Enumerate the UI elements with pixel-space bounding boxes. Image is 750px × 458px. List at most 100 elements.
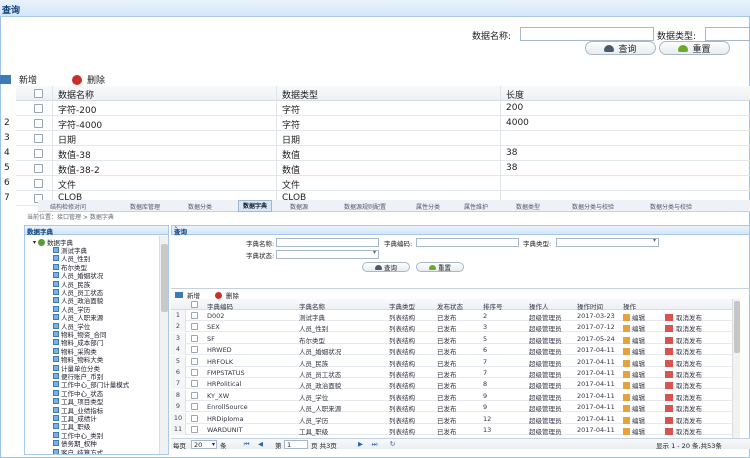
row-checkbox[interactable] xyxy=(191,426,198,433)
column-divider xyxy=(52,86,53,206)
tree-scrollbar-thumb[interactable] xyxy=(161,244,168,312)
select-all-checkbox[interactable] xyxy=(34,89,43,98)
row-checkbox[interactable] xyxy=(191,357,198,365)
row-checkbox[interactable] xyxy=(191,391,198,399)
table-row[interactable]: 6 文件 文件 xyxy=(4,176,750,191)
delete-icon xyxy=(665,359,673,367)
table-row[interactable]: 6 FMPSTATUS 人员_员工状态 列表结构 已发布 7 超级管理员 2017-04-11… xyxy=(171,367,732,379)
table-row[interactable]: 7 HRPolitical 人员_政治面貌 列表结构 已发布 8 超级管理员 2017-04-… xyxy=(171,378,732,390)
document-icon xyxy=(53,389,59,396)
row-checkbox[interactable] xyxy=(191,346,198,354)
last-page-icon[interactable]: ⏭ xyxy=(371,441,378,448)
row-number: 6 xyxy=(4,178,10,188)
next-page-icon[interactable]: ▶ xyxy=(357,441,364,448)
page-number-input[interactable]: 1 xyxy=(284,440,308,449)
query-button[interactable]: 查询 xyxy=(585,41,656,55)
row-checkbox[interactable] xyxy=(34,104,43,113)
add-button[interactable]: 新增 xyxy=(0,73,37,86)
table-row[interactable]: 2 SEX 人员_性别 列表结构 已发布 3 超级管理员 2017-07-12 编辑 取消发布 xyxy=(171,321,732,333)
unpublish-link[interactable]: 取消发布 xyxy=(665,426,702,436)
cell-order: 3 xyxy=(483,323,488,332)
tab-5[interactable]: 数据源规则配置 xyxy=(344,202,386,211)
dict-query-button[interactable]: 查询 xyxy=(362,262,410,272)
table-row[interactable]: 8 KY_XW 人员_学位 列表结构 已发布 9 超级管理员 2017-04-11 编辑 取消发布 xyxy=(171,389,732,402)
cell-code: HRPolitical xyxy=(207,380,242,389)
table-row[interactable]: 11 WARDUNIT 工具_职级 列表结构 已发布 13 超级管理员 2017-04-11 编… xyxy=(171,424,732,436)
table-row[interactable]: 2 字符-4000 字符 4000 xyxy=(4,116,750,131)
cell-code: SF xyxy=(207,334,215,343)
cell-order: 13 xyxy=(483,426,492,434)
tree-scrollbar[interactable] xyxy=(159,236,168,454)
tab-10[interactable]: 数据分类与校验 xyxy=(650,202,692,211)
tab-6[interactable]: 属性分类 xyxy=(416,202,440,211)
collapse-left-icon[interactable]: « xyxy=(27,225,165,234)
cell-order: 5 xyxy=(483,334,488,343)
tab-4[interactable]: 数据源 xyxy=(290,202,308,211)
data-name-input[interactable] xyxy=(520,27,654,41)
tab-0[interactable]: 结构检修对问 xyxy=(50,202,86,211)
row-checkbox[interactable] xyxy=(191,312,198,319)
prev-page-icon[interactable]: ◀ xyxy=(257,441,264,448)
dict-reset-button[interactable]: 重置 xyxy=(416,262,464,272)
row-checkbox[interactable] xyxy=(34,134,43,143)
delete-button[interactable]: 删除 xyxy=(72,73,105,86)
dictionary-tree-header: 数据字典 « xyxy=(24,225,169,236)
tab-3[interactable]: 数据字典 xyxy=(238,200,273,212)
chevron-down-icon: ▾ xyxy=(652,237,656,244)
row-checkbox[interactable] xyxy=(191,369,198,376)
table-row[interactable]: 10 HRDiploma 人员_学历 列表结构 已发布 12 超级管理员 2017-04-11… xyxy=(171,412,732,425)
tree-item[interactable]: 客户_结算方式 xyxy=(53,447,103,454)
collapse-up-icon[interactable]: ˄ xyxy=(174,226,746,234)
table-row[interactable]: 3 SF 布尔类型 列表结构 已发布 5 超级管理员 2017-05-24 编辑 取消发布 xyxy=(171,332,732,345)
reset-button[interactable]: 重置 xyxy=(659,41,730,55)
table-row[interactable]: 1 D002 测试字典 列表结构 已发布 2 超级管理员 2017-03-23 编辑 取消发布 xyxy=(171,310,732,322)
pager-page-suffix: 页 共3页 xyxy=(311,442,337,450)
edit-link[interactable]: 编辑 xyxy=(623,426,645,436)
row-checkbox[interactable] xyxy=(34,179,43,188)
row-number: 2 xyxy=(171,321,186,333)
dict-grid-scrollbar[interactable] xyxy=(732,299,740,438)
page-size-select[interactable]: 20 ▾ xyxy=(191,440,217,449)
table-row[interactable]: 5 HRFOLK 人员_民族 列表结构 已发布 7 超级管理员 2017-04-11 编辑 取消发… xyxy=(171,355,732,368)
dict-code-input[interactable] xyxy=(416,238,519,247)
dict-name-label: 字典名称: xyxy=(246,240,275,248)
table-row[interactable]: 4 数值-38 数值 38 xyxy=(4,146,750,161)
document-icon xyxy=(53,314,59,321)
row-checkbox[interactable] xyxy=(34,119,43,128)
cell-code: EnrollSource xyxy=(207,403,248,412)
document-icon xyxy=(53,364,59,371)
module-tabs: 结构检修对问 数据库管理 数据分类 数据字典 数据源 数据源规则配置 属性分类 属性维护 数据类… xyxy=(38,200,750,212)
dict-name-input[interactable] xyxy=(276,238,379,247)
dict-select-all-checkbox[interactable] xyxy=(191,301,198,308)
table-row[interactable]: 字符-200 字符 200 xyxy=(16,101,750,116)
table-row[interactable]: 3 日期 日期 xyxy=(4,131,750,146)
row-checkbox[interactable] xyxy=(191,380,198,388)
cell-time: 2017-04-11 xyxy=(577,426,615,434)
tab-9[interactable]: 数据分类与校验 xyxy=(572,202,614,211)
dict-type-select[interactable]: ▾ xyxy=(556,237,659,247)
row-number: 7 xyxy=(171,378,186,390)
cell-order: 9 xyxy=(483,403,488,412)
row-checkbox[interactable] xyxy=(191,323,198,331)
table-row[interactable]: 4 HRWED 人员_婚姻状况 列表结构 已发布 6 超级管理员 2017-04-11 编辑 取消… xyxy=(171,344,732,356)
tab-1[interactable]: 数据库管理 xyxy=(130,202,160,211)
tab-7[interactable]: 属性维护 xyxy=(464,202,488,211)
table-row[interactable]: 5 数值-38-2 数值 38 xyxy=(4,161,750,176)
delete-icon xyxy=(665,325,673,333)
row-checkbox[interactable] xyxy=(34,164,43,173)
row-checkbox[interactable] xyxy=(191,403,198,411)
data-type-input[interactable] xyxy=(705,27,750,41)
edit-icon xyxy=(623,359,630,367)
tab-8[interactable]: 数据类型 xyxy=(516,202,540,211)
first-page-icon[interactable]: ⏮ xyxy=(243,441,250,448)
tab-2[interactable]: 数据分类 xyxy=(188,202,212,211)
row-checkbox[interactable] xyxy=(191,334,198,342)
table-row[interactable]: 9 EnrollSource 人员_人职来源 列表结构 已发布 9 超级管理员 2017-04… xyxy=(171,401,732,413)
row-checkbox[interactable] xyxy=(34,149,43,158)
dict-status-select[interactable]: ▾ xyxy=(276,249,379,259)
dict-grid-scrollbar-thumb[interactable] xyxy=(734,301,740,353)
refresh-icon[interactable]: ↻ xyxy=(389,441,396,448)
row-checkbox[interactable] xyxy=(191,414,198,422)
delete-icon xyxy=(665,416,673,424)
row-number: 5 xyxy=(4,163,10,173)
